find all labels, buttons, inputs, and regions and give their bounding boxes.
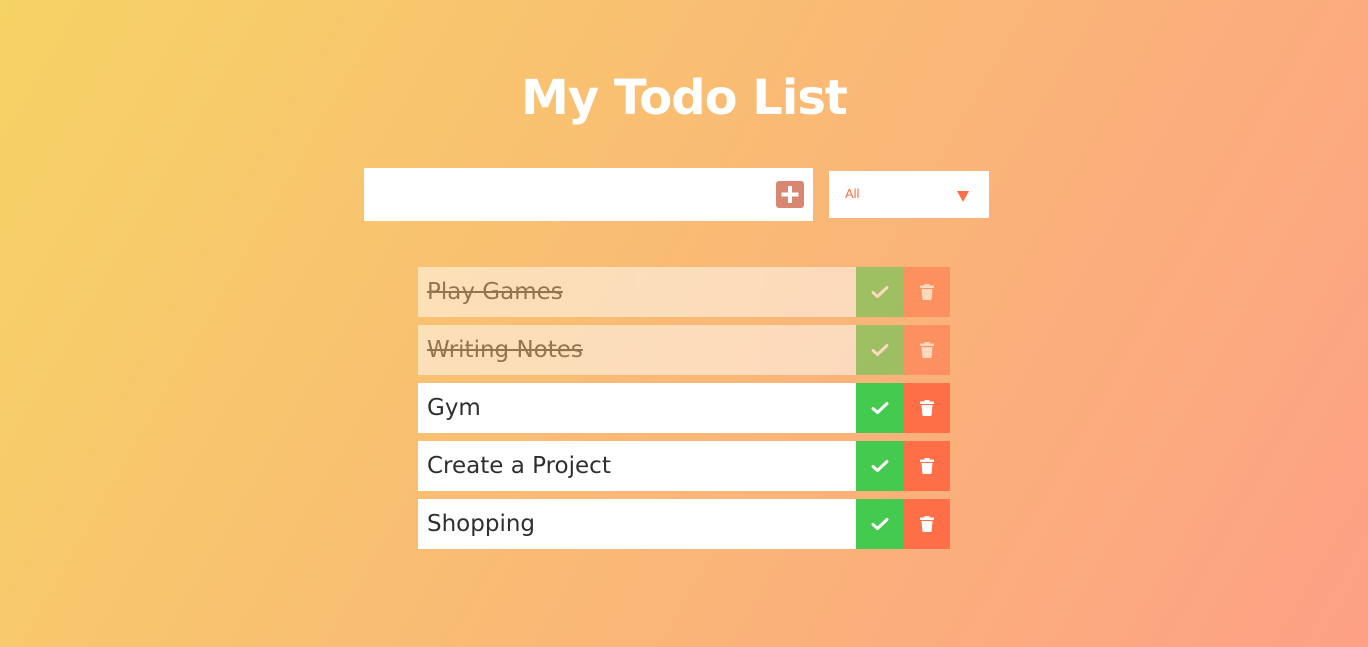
chevron-down-icon bbox=[957, 191, 969, 202]
trash-icon bbox=[920, 458, 934, 474]
todo-item-text: Shopping bbox=[418, 499, 856, 549]
complete-button[interactable] bbox=[856, 325, 904, 375]
trash-icon bbox=[920, 516, 934, 532]
complete-button[interactable] bbox=[856, 441, 904, 491]
complete-button[interactable] bbox=[856, 499, 904, 549]
filter-selected-value: All bbox=[845, 186, 860, 201]
delete-button[interactable] bbox=[904, 383, 950, 433]
todo-item-text: Gym bbox=[418, 383, 856, 433]
todo-item: Play Games bbox=[418, 267, 950, 317]
todo-item-text: Writing Notes bbox=[418, 325, 856, 375]
delete-button[interactable] bbox=[904, 499, 950, 549]
check-icon bbox=[871, 402, 889, 414]
check-icon bbox=[871, 518, 889, 530]
check-icon bbox=[871, 344, 889, 356]
todo-list: Play Games Writing Notes Gym Create a Pr… bbox=[418, 267, 950, 557]
filter-select[interactable]: All bbox=[829, 171, 989, 218]
todo-item: Writing Notes bbox=[418, 325, 950, 375]
add-todo-form bbox=[364, 168, 813, 221]
todo-item: Gym bbox=[418, 383, 950, 433]
delete-button[interactable] bbox=[904, 441, 950, 491]
trash-icon bbox=[920, 342, 934, 358]
complete-button[interactable] bbox=[856, 383, 904, 433]
complete-button[interactable] bbox=[856, 267, 904, 317]
check-icon bbox=[871, 460, 889, 472]
todo-item-text: Create a Project bbox=[418, 441, 856, 491]
page-title: My Todo List bbox=[521, 70, 848, 127]
trash-icon bbox=[920, 400, 934, 416]
todo-item: Create a Project bbox=[418, 441, 950, 491]
check-icon bbox=[871, 286, 889, 298]
add-todo-button[interactable] bbox=[776, 181, 804, 208]
todo-input[interactable] bbox=[364, 168, 764, 221]
trash-icon bbox=[920, 284, 934, 300]
todo-item: Shopping bbox=[418, 499, 950, 549]
plus-square-icon bbox=[781, 186, 799, 203]
delete-button[interactable] bbox=[904, 267, 950, 317]
todo-item-text: Play Games bbox=[418, 267, 856, 317]
delete-button[interactable] bbox=[904, 325, 950, 375]
